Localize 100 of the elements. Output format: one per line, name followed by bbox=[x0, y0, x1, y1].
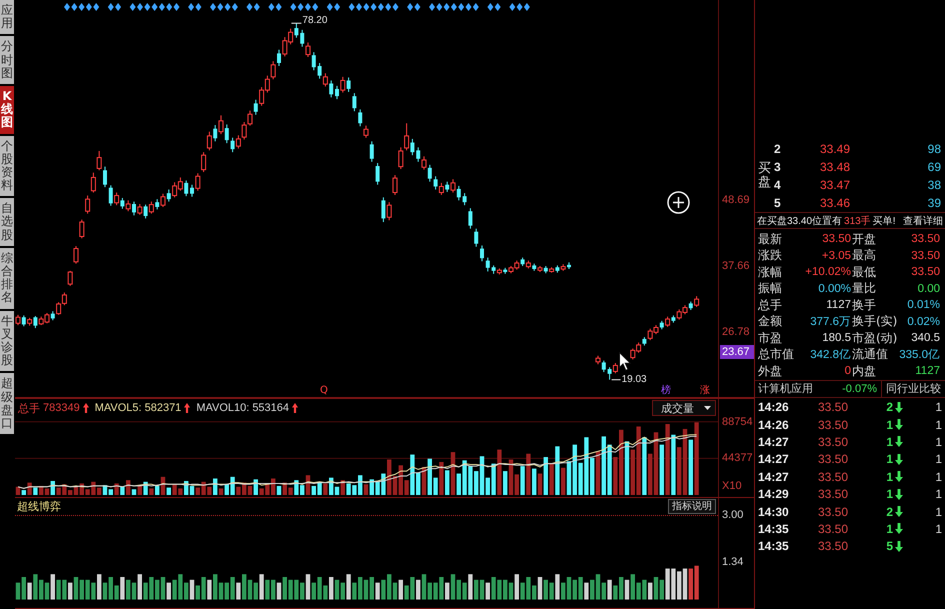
trade-count: 1 bbox=[934, 434, 942, 449]
sidebar-tab[interactable]: 综合排名 bbox=[0, 248, 14, 309]
volume-stat-label: MAVOL10: bbox=[196, 402, 250, 414]
bid-level: 5 bbox=[774, 196, 782, 210]
sidebar-tab[interactable]: 个股资料 bbox=[0, 136, 14, 196]
bid-price: 33.49 bbox=[818, 142, 850, 156]
quote-value: 340.5 bbox=[910, 332, 941, 344]
quote-value: 33.50 bbox=[910, 233, 941, 246]
candlestick bbox=[486, 257, 490, 272]
leader-line bbox=[611, 379, 622, 380]
volume-axis-label: 44377 bbox=[722, 452, 753, 466]
trade-volume: 5 bbox=[885, 539, 893, 554]
volume-axis-label: 88754 bbox=[722, 416, 753, 429]
quote-label: 量比 bbox=[852, 280, 877, 298]
trade-volume: 2 bbox=[885, 504, 893, 519]
trade-time: 14:29 bbox=[758, 487, 790, 502]
quote-label: 市盈 bbox=[758, 330, 783, 347]
trade-volume: 2 bbox=[885, 400, 893, 414]
trade-price: 33.50 bbox=[816, 470, 848, 484]
bid-volume: 69 bbox=[926, 160, 941, 174]
trade-price: 33.50 bbox=[816, 434, 848, 449]
candlestick bbox=[468, 208, 472, 230]
trade-volume: 1 bbox=[885, 470, 893, 484]
compare-button[interactable]: 同行业比较 bbox=[881, 380, 945, 396]
low-price-label: 19.03 bbox=[622, 374, 647, 386]
trade-volume: 1 bbox=[885, 522, 893, 536]
trade-time: 14:35 bbox=[758, 522, 790, 536]
candlestick bbox=[79, 219, 84, 239]
quote-value: 1127 bbox=[825, 299, 852, 312]
candlestick bbox=[74, 246, 78, 264]
quote-value: 0 bbox=[844, 365, 852, 378]
quote-label: 最高 bbox=[852, 247, 877, 264]
trade-count: 1 bbox=[934, 452, 942, 466]
indicator-help-button[interactable]: 指标说明 bbox=[668, 499, 716, 514]
sector-change: -0.07% bbox=[841, 382, 877, 394]
trade-price: 33.50 bbox=[816, 400, 848, 414]
trade-volume: 1 bbox=[885, 434, 893, 449]
bid-level: 2 bbox=[774, 142, 782, 156]
sidebar-tab[interactable]: K线图 bbox=[0, 86, 14, 134]
quote-value: 1127 bbox=[914, 365, 941, 378]
quote-value: 0.00% bbox=[817, 282, 852, 295]
bid-level: 3 bbox=[774, 160, 782, 174]
trade-time: 14:26 bbox=[758, 418, 790, 432]
quote-value: 335.0亿 bbox=[898, 348, 941, 362]
volume-stat-label: MAVOL5: bbox=[94, 402, 142, 414]
order-notice-suffix: 买单! bbox=[872, 214, 896, 228]
sidebar-tab[interactable]: 牛叉诊股 bbox=[0, 310, 14, 372]
quote-label: 流通值 bbox=[852, 346, 889, 364]
leader-line bbox=[290, 22, 302, 24]
quote-label: 涨幅 bbox=[758, 264, 783, 281]
quote-label: 最新 bbox=[758, 230, 783, 248]
quote-label: 最低 bbox=[852, 264, 877, 281]
quote-label: 总手 bbox=[758, 296, 783, 314]
quote-label: 市盈(动) bbox=[852, 330, 898, 347]
volume-axis-unit: X10 bbox=[722, 480, 742, 493]
sector-name: 计算机应用 bbox=[757, 381, 814, 396]
trade-volume: 1 bbox=[885, 452, 893, 466]
trade-time: 14:27 bbox=[758, 434, 790, 449]
chart-marker: Q bbox=[320, 385, 328, 396]
trade-price: 33.50 bbox=[816, 539, 848, 554]
quote-value: 33.50 bbox=[910, 250, 941, 262]
quote-value: 0.01% bbox=[906, 299, 941, 312]
sidebar-tab[interactable]: 应用 bbox=[0, 0, 14, 34]
sidebar-tab[interactable]: 超级盘口 bbox=[0, 373, 14, 434]
volume-stat-value: 553164 bbox=[252, 402, 290, 414]
volume-stat-value: 783349 bbox=[43, 402, 80, 414]
trade-volume: 1 bbox=[885, 487, 893, 502]
bid-price: 33.48 bbox=[818, 160, 850, 174]
chart-marker: 涨 bbox=[700, 385, 710, 396]
candlestick bbox=[392, 174, 398, 196]
candlestick bbox=[68, 270, 73, 286]
indicator-selector[interactable]: 成交量 bbox=[652, 400, 716, 416]
details-link[interactable]: 查看详细 bbox=[903, 214, 943, 228]
trade-count: 1 bbox=[934, 470, 942, 484]
candlestick bbox=[376, 162, 380, 186]
quote-value: 342.8亿 bbox=[809, 348, 852, 362]
trade-count: 1 bbox=[934, 487, 942, 502]
order-notice-text: 在买盘33.40位置有 bbox=[757, 214, 842, 228]
price-axis-label: 26.78 bbox=[722, 326, 750, 340]
indicator-name: 超线博弈 bbox=[17, 499, 61, 514]
current-price-tag: 23.67 bbox=[720, 345, 754, 359]
trade-price: 33.50 bbox=[816, 487, 848, 502]
sidebar-tab[interactable]: 自选股 bbox=[0, 198, 14, 246]
quote-label: 金额 bbox=[758, 313, 783, 330]
bid-side-label: 买盘 bbox=[758, 162, 771, 190]
quote-value: 33.50 bbox=[821, 233, 852, 246]
high-price-label: 78.20 bbox=[302, 15, 328, 28]
bid-price: 33.46 bbox=[818, 196, 850, 210]
quote-value: 0.02% bbox=[906, 316, 941, 328]
sidebar-tab[interactable]: 分时图 bbox=[0, 36, 14, 84]
quote-label: 开盘 bbox=[852, 230, 877, 248]
trade-price: 33.50 bbox=[816, 504, 848, 519]
trade-count: 1 bbox=[934, 400, 942, 414]
bid-level: 4 bbox=[774, 178, 782, 192]
volume-stat-label: 总手 bbox=[18, 402, 40, 416]
trade-price: 33.50 bbox=[816, 522, 848, 536]
trade-count: 1 bbox=[934, 418, 942, 432]
candlestick bbox=[480, 245, 484, 262]
quote-value: +10.02% bbox=[804, 266, 852, 278]
order-notice-lots: 313手 bbox=[844, 214, 871, 228]
